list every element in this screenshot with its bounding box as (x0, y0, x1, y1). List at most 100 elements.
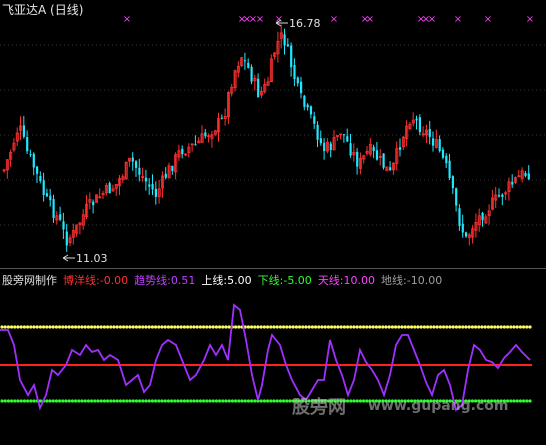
lower-line-dot (19, 399, 23, 403)
legend-ground: 地线:-10.00 (381, 274, 443, 287)
upper-line-dot (394, 325, 398, 329)
candle-body (511, 181, 514, 185)
upper-line-dot (470, 325, 474, 329)
lower-line-dot (205, 399, 209, 403)
upper-line-dot (499, 325, 503, 329)
lower-line-dot (80, 399, 84, 403)
upper-line-dot (307, 325, 311, 329)
candle-body (154, 188, 157, 197)
upper-line-dot (246, 325, 250, 329)
upper-line-dot (3, 325, 7, 329)
upper-line-dot (77, 325, 81, 329)
lower-line-dot (13, 399, 17, 403)
lower-line-dot (150, 399, 154, 403)
lower-line-dot (96, 399, 100, 403)
lower-line-dot (109, 399, 113, 403)
upper-line-dot (272, 325, 276, 329)
upper-line-dot (70, 325, 74, 329)
candle-body (356, 151, 359, 167)
lower-line-dot (259, 399, 263, 403)
lower-line-dot (218, 399, 222, 403)
candle-body (432, 138, 435, 146)
candle-body (303, 95, 306, 107)
upper-line-dot (96, 325, 100, 329)
lower-line-dot (240, 399, 244, 403)
lower-line-dot (253, 399, 257, 403)
candle-body (501, 194, 504, 197)
lower-line-dot (362, 399, 366, 403)
candle-body (148, 184, 151, 187)
signal-marker: × (484, 14, 492, 25)
lower-line-dot (509, 399, 513, 403)
lower-line-dot (128, 399, 132, 403)
upper-line-dot (26, 325, 30, 329)
trend-line (0, 303, 531, 412)
upper-line-dot (384, 325, 388, 329)
upper-line-dot (406, 325, 410, 329)
candle-body (26, 137, 29, 152)
candle-body (451, 176, 454, 189)
upper-line-dot (294, 325, 298, 329)
lower-line-dot (45, 399, 49, 403)
upper-line-dot (61, 325, 65, 329)
upper-line-dot (333, 325, 337, 329)
low-annotation: 11.03 (62, 252, 108, 265)
upper-line-dot (509, 325, 513, 329)
low-price-label: 11.03 (76, 252, 108, 265)
lower-line-dot (352, 399, 356, 403)
upper-line-dot (486, 325, 490, 329)
lower-line-dot (48, 399, 52, 403)
upper-line-dot (160, 325, 164, 329)
upper-line-dot (355, 325, 359, 329)
candle-body (181, 148, 184, 155)
candle-body (445, 155, 448, 164)
upper-line-dot (515, 325, 519, 329)
upper-line-dot (224, 325, 228, 329)
upper-line-dot (144, 325, 148, 329)
candle-body (171, 165, 174, 171)
candle-body (375, 150, 379, 160)
upper-line-dot (202, 325, 206, 329)
upper-line-dot (528, 325, 532, 329)
upper-line-dot (157, 325, 161, 329)
high-price-label: 16.78 (289, 17, 321, 30)
lower-line-dot (125, 399, 129, 403)
upper-line-dot (208, 325, 212, 329)
candle-body (62, 221, 65, 230)
upper-line-dot (35, 325, 39, 329)
candle-body (138, 167, 141, 175)
lower-line-dot (250, 399, 254, 403)
upper-line-dot (362, 325, 366, 329)
lower-line-dot (237, 399, 241, 403)
upper-line-dot (141, 325, 145, 329)
upper-line-dot (304, 325, 308, 329)
upper-line-dot (74, 325, 78, 329)
candle-body (329, 143, 332, 151)
upper-line-dot (419, 325, 423, 329)
lower-line-dot (518, 399, 523, 403)
upper-line-dot (122, 325, 126, 329)
upper-line-dot (253, 325, 257, 329)
upper-line-dot (285, 325, 289, 329)
upper-line-dot (22, 325, 26, 329)
candle-body (458, 208, 461, 226)
candle-body (39, 175, 42, 181)
candle-body (257, 78, 260, 98)
upper-line-dot (400, 325, 404, 329)
chart-canvas[interactable]: × ×××× × × ×× ××× × × × 16.78 11.03 (0, 0, 546, 445)
candle-body (323, 142, 326, 152)
lower-line-dot (144, 399, 148, 403)
lower-line-dot (58, 399, 62, 403)
upper-line-dot (368, 325, 372, 329)
candle-body (296, 77, 299, 84)
upper-line-dot (426, 325, 430, 329)
lower-line-dot (173, 399, 177, 403)
candle-body (250, 66, 253, 82)
upper-line-dot (493, 325, 497, 329)
lower-line-dot (512, 399, 516, 403)
lower-line-dot (16, 399, 20, 403)
lower-line-dot (160, 399, 164, 403)
lower-line-dot (141, 399, 145, 403)
upper-line-dot (237, 325, 241, 329)
signal-marker: × (454, 14, 462, 25)
